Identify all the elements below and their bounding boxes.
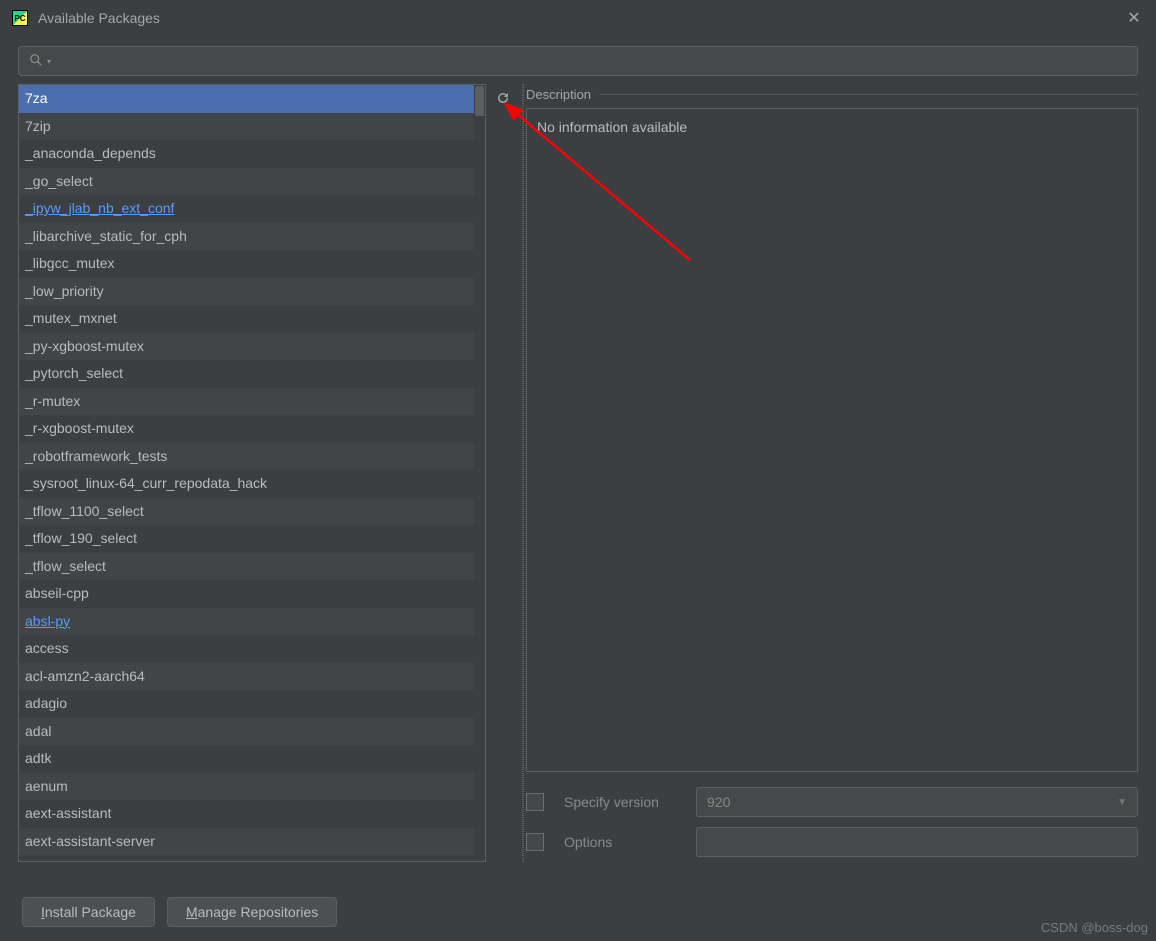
- package-item[interactable]: aext-assistant-server: [19, 828, 485, 856]
- version-value: 920: [707, 794, 730, 810]
- package-item[interactable]: adagio: [19, 690, 485, 718]
- package-item[interactable]: _r-xgboost-mutex: [19, 415, 485, 443]
- specify-version-label: Specify version: [564, 794, 684, 810]
- refresh-icon[interactable]: [491, 86, 515, 110]
- chevron-down-icon: ▼: [1117, 797, 1127, 808]
- manage-label-rest: anage Repositories: [198, 904, 319, 920]
- package-item[interactable]: _tflow_select: [19, 553, 485, 581]
- package-item[interactable]: _pytorch_select: [19, 360, 485, 388]
- options-label: Options: [564, 834, 684, 850]
- package-item[interactable]: _low_priority: [19, 278, 485, 306]
- package-list[interactable]: 7za7zip_anaconda_depends_go_select_ipyw_…: [18, 84, 486, 862]
- package-item[interactable]: 7zip: [19, 113, 485, 141]
- package-item[interactable]: access: [19, 635, 485, 663]
- search-input[interactable]: [57, 53, 1127, 69]
- package-item[interactable]: _libarchive_static_for_cph: [19, 223, 485, 251]
- scroll-thumb[interactable]: [475, 86, 484, 116]
- options-input[interactable]: [696, 827, 1138, 857]
- package-item[interactable]: 7za: [19, 85, 485, 113]
- package-item[interactable]: _anaconda_depends: [19, 140, 485, 168]
- description-label: Description: [526, 87, 591, 102]
- package-item[interactable]: adtk: [19, 745, 485, 773]
- search-icon: [29, 53, 43, 70]
- divider: [599, 94, 1138, 95]
- package-item[interactable]: acl-amzn2-aarch64: [19, 663, 485, 691]
- watermark: CSDN @boss-dog: [1041, 920, 1148, 935]
- titlebar: PC Available Packages ✕: [0, 0, 1156, 36]
- package-item[interactable]: _tflow_190_select: [19, 525, 485, 553]
- specify-version-checkbox[interactable]: [526, 793, 544, 811]
- search-dropdown-icon[interactable]: ▾: [47, 57, 51, 66]
- description-box: No information available: [526, 108, 1138, 772]
- package-item[interactable]: _robotframework_tests: [19, 443, 485, 471]
- scrollbar[interactable]: [474, 85, 485, 861]
- package-item[interactable]: _py-xgboost-mutex: [19, 333, 485, 361]
- options-checkbox[interactable]: [526, 833, 544, 851]
- package-item[interactable]: aext-assistant: [19, 800, 485, 828]
- close-icon[interactable]: ✕: [1124, 8, 1144, 28]
- package-item[interactable]: abseil-cpp: [19, 580, 485, 608]
- manage-repositories-button[interactable]: Manage Repositories: [167, 897, 337, 927]
- package-item[interactable]: _r-mutex: [19, 388, 485, 416]
- app-icon: PC: [12, 10, 28, 26]
- description-text: No information available: [537, 119, 687, 135]
- package-item[interactable]: _ipyw_jlab_nb_ext_conf: [19, 195, 485, 223]
- package-item[interactable]: _libgcc_mutex: [19, 250, 485, 278]
- package-item[interactable]: _mutex_mxnet: [19, 305, 485, 333]
- install-label-rest: nstall Package: [45, 904, 136, 920]
- install-package-button[interactable]: Install Package: [22, 897, 155, 927]
- search-box[interactable]: ▾: [18, 46, 1138, 76]
- package-item[interactable]: _sysroot_linux-64_curr_repodata_hack: [19, 470, 485, 498]
- package-item[interactable]: adal: [19, 718, 485, 746]
- package-item[interactable]: absl-py: [19, 608, 485, 636]
- version-select[interactable]: 920 ▼: [696, 787, 1138, 817]
- package-item[interactable]: aenum: [19, 773, 485, 801]
- window-title: Available Packages: [38, 10, 160, 26]
- package-item[interactable]: _tflow_1100_select: [19, 498, 485, 526]
- package-item[interactable]: _go_select: [19, 168, 485, 196]
